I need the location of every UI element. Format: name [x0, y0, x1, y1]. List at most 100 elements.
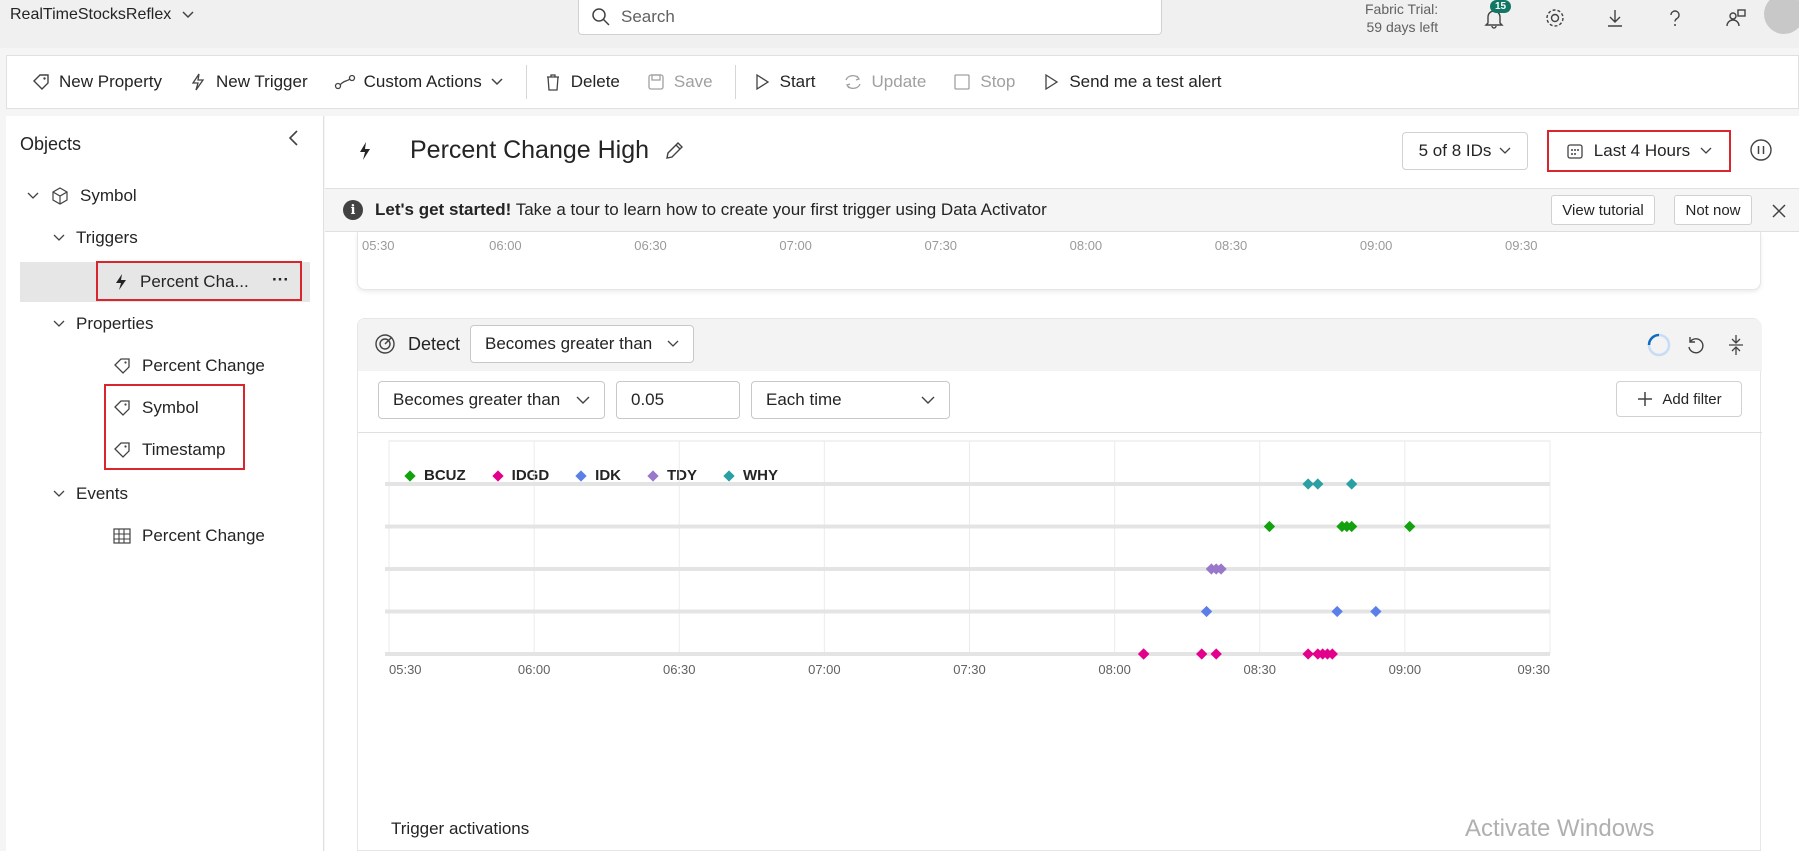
tree-item-events[interactable]: Events [52, 476, 128, 512]
data-point-idk[interactable] [1331, 605, 1343, 618]
update-button[interactable]: Update [832, 62, 943, 102]
data-point-why[interactable] [1302, 478, 1314, 490]
avatar[interactable] [1764, 0, 1799, 34]
data-point-bcuz[interactable] [1263, 520, 1276, 533]
tree-item-property-percent-change[interactable]: Percent Change [112, 348, 265, 384]
data-point-idgd[interactable] [1137, 648, 1150, 660]
calendar-icon [1567, 144, 1583, 159]
pause-icon [1750, 139, 1772, 161]
data-point-idk[interactable] [1200, 605, 1213, 618]
download-icon[interactable] [1601, 4, 1629, 32]
detection-chart: 05:30 06:00 06:30 07:00 07:30 08:00 08:30 09:00… [385, 440, 1551, 677]
ids-selector[interactable]: 5 of 8 IDs [1402, 132, 1528, 170]
previous-chart-tick-label: 08:30 [1214, 238, 1248, 253]
close-icon[interactable] [1771, 203, 1787, 219]
app-switcher[interactable]: RealTimeStocksReflex [10, 6, 195, 24]
ids-selector-label: 5 of 8 IDs [1418, 141, 1492, 160]
gear-icon[interactable] [1541, 4, 1569, 32]
new-property-button[interactable]: New Property [21, 62, 178, 102]
play-icon [1045, 73, 1059, 91]
tree-item-event-percent-change[interactable]: Percent Change [112, 518, 265, 554]
send-test-alert-label: Send me a test alert [1069, 72, 1222, 91]
trigger-title-text: Percent Change High [410, 136, 650, 164]
custom-actions-button[interactable]: Custom Actions [324, 62, 520, 102]
view-tutorial-button[interactable]: View tutorial [1551, 195, 1655, 225]
help-icon[interactable] [1661, 4, 1689, 32]
pencil-icon[interactable] [663, 140, 685, 162]
tree-item-label: Symbol [80, 186, 137, 205]
start-button[interactable]: Start [742, 62, 832, 102]
tree-item-label: Properties [76, 314, 154, 333]
toolbar-divider [734, 65, 736, 99]
data-point-idk[interactable] [1370, 605, 1382, 618]
tree-item-triggers[interactable]: Triggers [52, 220, 138, 256]
data-point-idgd[interactable] [1210, 648, 1222, 660]
previous-chart-tick-label: 06:00 [489, 238, 522, 253]
flow-icon [334, 74, 355, 90]
save-button[interactable]: Save [636, 62, 729, 102]
start-label: Start [779, 72, 816, 91]
chevron-down-icon [26, 192, 40, 200]
trial-line1: Fabric Trial: [1365, 1, 1439, 17]
previous-chart-tick-label: 05:30 [362, 238, 395, 253]
tree-item-properties[interactable]: Properties [52, 306, 153, 342]
more-options-button[interactable]: ··· [272, 262, 289, 298]
x-tick-label: 08:00 [1098, 662, 1131, 677]
objects-title: Objects [20, 134, 82, 154]
chevron-down-icon [491, 78, 503, 86]
banner-text: Take a tour to learn how to create your … [511, 200, 1047, 219]
pause-button[interactable] [1749, 138, 1773, 167]
toolbar: New Property New Trigger Custom Actions … [6, 55, 1799, 109]
search-icon [592, 8, 610, 26]
chevron-down-icon [1499, 147, 1511, 154]
detect-card: Detect Becomes greater than Becomes grea… [357, 318, 1762, 851]
update-label: Update [871, 72, 927, 91]
tag-icon [114, 358, 130, 374]
previous-chart-tick-label: 06:30 [634, 238, 667, 253]
delete-label: Delete [570, 72, 620, 91]
x-tick-label: 07:00 [808, 662, 841, 677]
tree-item-label: Events [76, 484, 128, 503]
chevron-left-icon [288, 130, 298, 146]
send-test-alert-button[interactable]: Send me a test alert [1031, 62, 1237, 102]
lightning-icon [360, 142, 370, 160]
chevron-down-icon [52, 234, 66, 242]
tree-item-label: Triggers [76, 228, 138, 247]
x-tick-label: 06:30 [663, 662, 696, 677]
data-point-idgd[interactable] [1302, 648, 1314, 660]
time-range-selector[interactable]: Last 4 Hours [1547, 130, 1731, 172]
notification-count: 15 [1490, 0, 1512, 13]
data-point-bcuz[interactable] [1404, 520, 1416, 533]
stop-button[interactable]: Stop [942, 62, 1031, 102]
info-icon: i [343, 200, 363, 220]
x-tick-label: 07:30 [953, 662, 986, 677]
objects-panel: Objects Symbol Triggers Percent Cha... ·… [6, 116, 324, 851]
save-icon [648, 74, 664, 90]
banner-heading: Let's get started! [375, 200, 512, 219]
new-trigger-button[interactable]: New Trigger [178, 62, 324, 102]
delete-button[interactable]: Delete [533, 62, 636, 102]
data-point-why[interactable] [1346, 478, 1358, 490]
custom-actions-label: Custom Actions [363, 72, 482, 91]
new-property-label: New Property [59, 72, 162, 91]
trigger-activations-title: Trigger activations [391, 819, 530, 838]
share-people-icon[interactable] [1722, 4, 1750, 32]
data-point-why[interactable] [1312, 478, 1324, 490]
play-icon [755, 73, 769, 91]
collapse-panel-button[interactable] [286, 128, 302, 153]
data-point-idgd[interactable] [1196, 648, 1208, 660]
trial-status[interactable]: Fabric Trial: 59 days left [1365, 0, 1438, 36]
x-tick-label: 08:30 [1243, 662, 1276, 677]
refresh-icon [844, 75, 861, 89]
x-tick-label: 06:00 [518, 662, 551, 677]
tree-item-symbol-object[interactable]: Symbol [26, 178, 137, 214]
new-trigger-label: New Trigger [215, 72, 308, 91]
x-tick-label: 09:30 [1517, 662, 1550, 677]
time-range-label: Last 4 Hours [1593, 141, 1691, 160]
highlight-box-properties [104, 384, 245, 470]
previous-chart-card: 05:30 06:00 06:30 07:00 07:30 08:00 08:30 09:00… [357, 232, 1761, 290]
trash-icon [546, 74, 559, 91]
not-now-button[interactable]: Not now [1674, 195, 1752, 225]
search-input[interactable]: Search [578, 0, 1162, 35]
chevron-down-icon [52, 490, 66, 498]
